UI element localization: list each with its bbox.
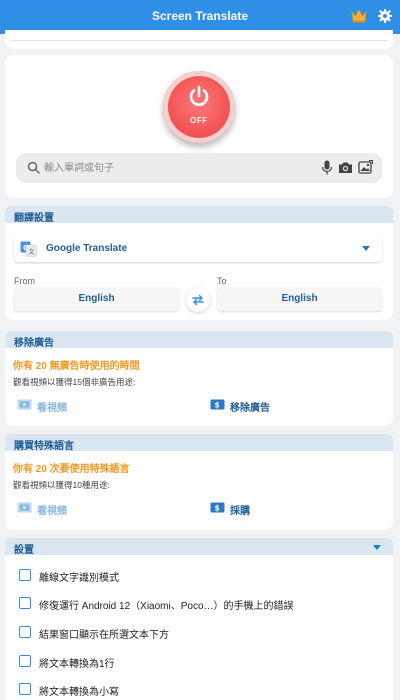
translation-settings-card: 翻譯設置 G 文 Google Translate From To Englis… xyxy=(5,206,393,320)
setting-lowercase[interactable]: 將文本轉換為小寫 xyxy=(19,682,379,698)
from-caption: From xyxy=(14,276,35,286)
microphone-icon[interactable] xyxy=(321,160,333,175)
image-translate-icon[interactable] xyxy=(358,160,373,175)
chevron-down-icon xyxy=(362,246,370,251)
ticket-icon: $ xyxy=(210,502,225,513)
collapsed-panel-strip xyxy=(5,30,393,49)
setting-label: 修復運行 Android 12（Xiaomi、Poco…）的手機上的錯誤 xyxy=(39,601,294,612)
remove-ads-label: 移除廣告 xyxy=(230,403,270,414)
setting-offline-ocr[interactable]: 離線文字識別模式 xyxy=(19,568,379,584)
swap-languages-button[interactable] xyxy=(186,288,210,312)
watch-video-button[interactable]: 看視頻 xyxy=(17,500,137,517)
power-state-label: OFF xyxy=(190,116,208,125)
svg-text:$: $ xyxy=(215,504,220,513)
video-icon xyxy=(17,502,32,513)
remove-ads-card: 移除廣告 你有 20 無廣告時使用的時間 觀看視頻以獲得15個非廣告用途: 看視… xyxy=(5,331,393,426)
watch-video-button[interactable]: 看視頻 xyxy=(17,397,137,414)
power-toggle-button[interactable]: OFF xyxy=(163,71,235,143)
purchase-label: 採購 xyxy=(230,506,250,517)
to-caption: To xyxy=(217,276,227,286)
section-header: 翻譯設置 xyxy=(5,206,393,224)
setting-label: 將文本轉換為1行 xyxy=(39,659,115,670)
camera-icon[interactable] xyxy=(338,161,353,174)
setting-single-line[interactable]: 將文本轉換為1行 xyxy=(19,654,379,670)
engine-label: Google Translate xyxy=(46,243,128,254)
svg-text:文: 文 xyxy=(29,248,35,256)
section-title: 設置 xyxy=(14,545,34,556)
setting-checkbox[interactable] xyxy=(19,569,31,581)
video-icon xyxy=(17,399,32,410)
special-language-headline: 你有 20 次要使用特殊語言 xyxy=(13,464,130,475)
setting-checkbox[interactable] xyxy=(19,683,31,695)
source-language-selector[interactable]: English xyxy=(14,287,179,311)
search-bar xyxy=(16,153,382,183)
target-language-selector[interactable]: English xyxy=(217,287,382,311)
setting-checkbox[interactable] xyxy=(19,597,31,609)
power-card: OFF xyxy=(5,55,393,198)
svg-text:$: $ xyxy=(215,401,220,410)
setting-result-below-text[interactable]: 結果窗口顯示在所選文本下方 xyxy=(19,625,379,641)
translation-engine-dropdown[interactable]: G 文 Google Translate xyxy=(14,236,382,262)
remove-ads-button[interactable]: $ 移除廣告 xyxy=(210,397,330,414)
purchase-button[interactable]: $ 採購 xyxy=(210,500,330,517)
search-input[interactable] xyxy=(44,160,314,176)
section-title: 購買特殊語言 xyxy=(14,441,74,452)
app-title: Screen Translate xyxy=(151,9,249,23)
settings-section-header[interactable]: 設置 xyxy=(5,538,393,556)
chevron-down-icon xyxy=(373,545,381,550)
setting-label: 結果窗口顯示在所選文本下方 xyxy=(39,630,169,641)
setting-android12-fix[interactable]: 修復運行 Android 12（Xiaomi、Poco…）的手機上的錯誤 xyxy=(19,596,379,612)
section-header: 購買特殊語言 xyxy=(5,434,393,452)
search-icon xyxy=(27,161,40,174)
special-language-card: 購買特殊語言 你有 20 次要使用特殊語言 觀看視頻以獲得10種用途: 看視頻 … xyxy=(5,434,393,530)
setting-checkbox[interactable] xyxy=(19,626,31,638)
ad-free-time-headline: 你有 20 無廣告時使用的時間 xyxy=(13,361,140,372)
setting-checkbox[interactable] xyxy=(19,655,31,667)
setting-label: 離線文字識別模式 xyxy=(39,573,119,584)
swap-icon xyxy=(192,294,204,306)
settings-card: 設置 離線文字識別模式 修復運行 Android 12（Xiaomi、Poco…… xyxy=(5,538,393,700)
google-translate-icon: G 文 xyxy=(20,241,37,257)
divider xyxy=(10,40,388,41)
ad-free-description: 觀看視頻以獲得15個非廣告用途: xyxy=(13,377,136,387)
section-title: 移除廣告 xyxy=(14,338,54,349)
power-icon xyxy=(189,85,209,106)
ticket-icon: $ xyxy=(210,399,225,410)
watch-video-label: 看視頻 xyxy=(37,506,67,517)
app-bar: Screen Translate xyxy=(0,0,400,34)
setting-label: 將文本轉換為小寫 xyxy=(39,687,119,698)
watch-video-label: 看視頻 xyxy=(37,403,67,414)
section-header: 移除廣告 xyxy=(5,331,393,349)
special-language-description: 觀看視頻以獲得10種用途: xyxy=(13,480,110,490)
crown-icon[interactable] xyxy=(351,9,367,23)
gear-icon[interactable] xyxy=(378,9,392,23)
section-title: 翻譯設置 xyxy=(14,213,54,224)
